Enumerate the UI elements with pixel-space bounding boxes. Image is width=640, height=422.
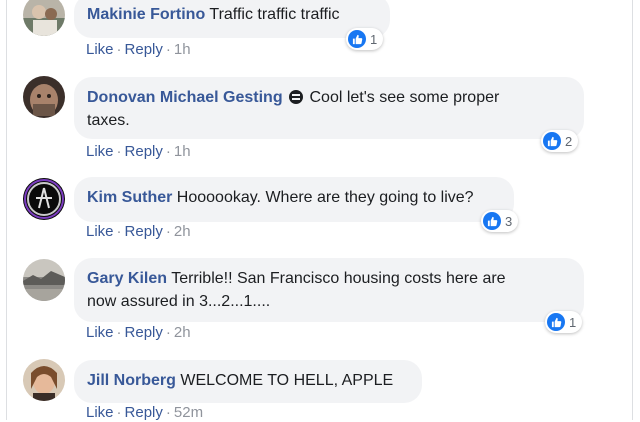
comment-author[interactable]: Donovan Michael Gesting	[87, 89, 283, 106]
comment-author[interactable]: Makinie Fortino	[87, 6, 205, 23]
like-link[interactable]: Like	[86, 223, 114, 240]
thumbs-up-icon	[547, 313, 565, 331]
separator: ·	[116, 143, 122, 160]
avatar[interactable]	[23, 259, 65, 301]
comment-actions: Like · Reply · 52m	[86, 404, 203, 422]
comment-actions: Like · Reply · 1h	[86, 41, 191, 59]
comment-author[interactable]: Kim Suther	[87, 189, 172, 206]
separator: ·	[116, 223, 122, 240]
comment-text: Hoooookay. Where are they going to live?	[176, 189, 474, 206]
separator: ·	[116, 404, 122, 421]
comment-text: Terrible!! San Francisco housing costs h…	[171, 270, 506, 287]
comment-text: Traffic traffic traffic	[209, 6, 340, 23]
separator: ·	[165, 143, 171, 160]
comment-bubble: Gary Kilen Terrible!! San Francisco hous…	[74, 258, 584, 322]
avatar[interactable]	[23, 76, 65, 118]
comment-timestamp[interactable]: 2h	[174, 223, 191, 240]
comment-bubble: Jill Norberg WELCOME TO HELL, APPLE	[74, 360, 422, 403]
thumbs-up-icon	[543, 132, 561, 150]
comment-timestamp[interactable]: 52m	[174, 404, 203, 421]
like-link[interactable]: Like	[86, 324, 114, 341]
right-border	[632, 0, 633, 420]
reaction-count-value: 2	[565, 133, 573, 149]
avatar[interactable]	[23, 0, 65, 36]
comment-bubble: Makinie Fortino Traffic traffic traffic	[74, 0, 390, 38]
like-link[interactable]: Like	[86, 404, 114, 421]
comment-text-line2: now assured in 3...2...1....	[87, 293, 271, 310]
like-link[interactable]: Like	[86, 143, 114, 160]
comment-actions: Like · Reply · 2h	[86, 324, 191, 342]
comment-text: WELCOME TO HELL, APPLE	[180, 372, 394, 389]
separator: ·	[165, 41, 171, 58]
reply-link[interactable]: Reply	[125, 324, 163, 341]
comment-bubble: Kim Suther Hoooookay. Where are they goi…	[74, 177, 514, 222]
reply-link[interactable]: Reply	[125, 41, 163, 58]
like-link[interactable]: Like	[86, 41, 114, 58]
left-border	[6, 0, 7, 420]
separator: ·	[116, 324, 122, 341]
thumbs-up-icon	[483, 212, 501, 230]
reaction-count-value: 1	[569, 314, 577, 330]
top-fan-badge-icon	[289, 90, 304, 104]
comment-author[interactable]: Jill Norberg	[87, 372, 176, 389]
reply-link[interactable]: Reply	[125, 223, 163, 240]
reply-link[interactable]: Reply	[125, 143, 163, 160]
separator: ·	[165, 404, 171, 421]
comment-actions: Like · Reply · 2h	[86, 223, 191, 241]
reaction-count[interactable]: 1	[545, 311, 583, 333]
comment-text-line2: taxes.	[87, 112, 130, 129]
reaction-count[interactable]: 3	[481, 210, 519, 232]
separator: ·	[116, 41, 122, 58]
thumbs-up-icon	[348, 30, 366, 48]
comment-actions: Like · Reply · 1h	[86, 143, 191, 161]
avatar[interactable]	[23, 359, 65, 401]
reaction-count[interactable]: 2	[541, 130, 579, 152]
reaction-count[interactable]: 1	[346, 28, 384, 50]
comment-timestamp[interactable]: 1h	[174, 143, 191, 160]
reply-link[interactable]: Reply	[125, 404, 163, 421]
reaction-count-value: 3	[505, 213, 513, 229]
comment-text: Cool let's see some proper	[309, 89, 500, 106]
comment-bubble: Donovan Michael Gesting Cool let's see s…	[74, 77, 584, 139]
reaction-count-value: 1	[370, 31, 378, 47]
separator: ·	[165, 223, 171, 240]
comment-timestamp[interactable]: 1h	[174, 41, 191, 58]
avatar[interactable]	[23, 178, 65, 220]
separator: ·	[165, 324, 171, 341]
comment-author[interactable]: Gary Kilen	[87, 270, 167, 287]
comment-timestamp[interactable]: 2h	[174, 324, 191, 341]
